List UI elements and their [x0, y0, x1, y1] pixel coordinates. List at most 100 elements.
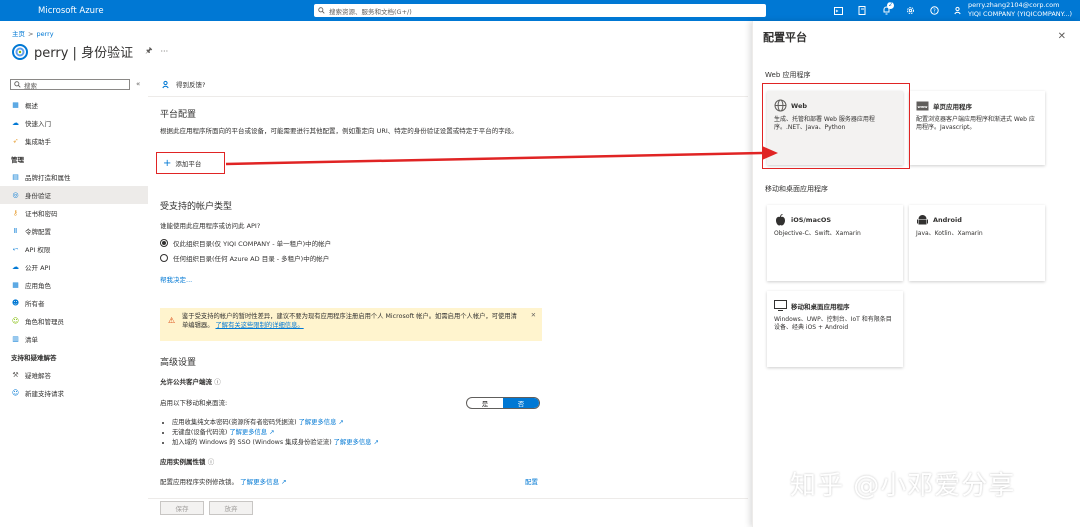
settings-gear-icon[interactable]: [898, 4, 922, 17]
bullet-text: 无键盘(设备代码流): [172, 429, 228, 436]
android-platform-card[interactable]: Android Java、Kotlin、Xamarin: [909, 205, 1045, 281]
pin-icon[interactable]: 🖈: [145, 45, 152, 59]
sidebar-item-quickstart[interactable]: ☁ 快速入门: [0, 114, 148, 132]
info-icon[interactable]: ⓘ: [208, 458, 215, 466]
instance-lock-desc: 配置应用程序实例修改锁。: [160, 478, 238, 486]
advanced-settings-title: 高级设置: [160, 358, 197, 368]
warning-learn-more-link[interactable]: 了解有关这些限制的详细信息。: [216, 322, 304, 329]
help-icon[interactable]: ?: [922, 4, 946, 17]
footer-divider: [148, 498, 748, 499]
sidebar-item-label: 集成助手: [25, 138, 51, 146]
breadcrumb-home[interactable]: 主页: [12, 30, 25, 38]
expose-api-icon: ☁: [12, 263, 19, 271]
directory-filter-icon[interactable]: [850, 4, 874, 17]
sidebar-item-overview[interactable]: ▦ 概述: [0, 96, 148, 114]
card-title: iOS/macOS: [791, 215, 832, 224]
ios-platform-card[interactable]: iOS/macOS Objective-C、Swift、Xamarin: [767, 205, 903, 281]
sidebar-item-label: 身份验证: [25, 192, 51, 200]
watermark-text: 知乎 @小邓爱分享: [790, 471, 1016, 501]
discard-button[interactable]: 放弃: [209, 501, 253, 515]
radio-single-tenant[interactable]: 仅此组织目录(仅 YIQI COMPANY - 单一租户)中的帐户: [160, 238, 331, 248]
platform-config-title: 平台配置: [160, 110, 197, 120]
radio-multi-tenant[interactable]: 任何组织目录(任何 Azure AD 目录 - 多租户)中的帐户: [160, 253, 329, 263]
search-placeholder: 搜索资源、服务和文档(G+/): [329, 7, 412, 16]
sidebar-item-token-config[interactable]: Ⅱ 令牌配置: [0, 222, 148, 240]
feedback-button[interactable]: 得到反馈?: [162, 79, 205, 89]
sidebar-item-new-support-request[interactable]: ☺ 新建支持请求: [0, 384, 148, 402]
page-title: perry | 身份验证: [34, 42, 133, 61]
notification-badge: 2: [887, 2, 894, 9]
toggle-yes[interactable]: 是: [467, 398, 503, 408]
sidebar-item-app-roles[interactable]: ▦ 应用角色: [0, 276, 148, 294]
cloud-shell-icon[interactable]: [826, 4, 850, 17]
learn-more-link[interactable]: 了解更多信息: [229, 429, 267, 436]
mobile-section-title: 移动和桌面应用程序: [765, 185, 828, 193]
more-options-icon[interactable]: ···: [161, 47, 169, 56]
card-title: 移动和桌面应用程序: [791, 302, 850, 311]
sidebar-item-label: 应用角色: [25, 282, 51, 290]
feedback-icon[interactable]: [946, 4, 970, 17]
sidebar-item-integration-assistant[interactable]: ➶ 集成助手: [0, 132, 148, 150]
sidebar-item-label: 证书和密码: [25, 210, 58, 218]
help-me-decide-link[interactable]: 帮我决定...: [160, 276, 192, 285]
close-icon[interactable]: ✕: [1058, 31, 1066, 42]
sidebar-item-manifest[interactable]: ▥ 清单: [0, 330, 148, 348]
sidebar-item-roles-admins[interactable]: ☺ 角色和管理员: [0, 312, 148, 330]
radio-button[interactable]: [160, 254, 168, 262]
brand-title[interactable]: Microsoft Azure: [38, 6, 298, 16]
sidebar-item-label: 新建支持请求: [25, 390, 64, 398]
add-platform-button[interactable]: + 添加平台: [156, 152, 225, 174]
platform-description: 根据此应用程序所面向的平台或设备，可能需要进行其他配置，例如重定向 URI、特定…: [160, 127, 518, 135]
breadcrumb: 主页 > perry: [12, 28, 54, 38]
browser-www-icon: www: [916, 99, 929, 112]
sidebar-search-input[interactable]: 搜索: [10, 79, 130, 90]
warning-icon: ⚠: [168, 316, 176, 325]
divider: [148, 96, 748, 97]
sidebar-item-label: API 权限: [25, 246, 51, 254]
collapse-sidebar-icon[interactable]: «: [136, 80, 140, 88]
account-question: 谁能使用此应用程序或访问此 API?: [160, 222, 261, 230]
info-icon[interactable]: ⓘ: [214, 378, 221, 386]
radio-button-selected[interactable]: [160, 239, 168, 247]
external-link-icon: ↗: [281, 478, 287, 486]
sidebar-item-branding[interactable]: ▤ 品牌打造和属性: [0, 168, 148, 186]
public-client-flows-title: 允许公共客户端流 ⓘ: [160, 378, 221, 387]
sidebar-item-troubleshooting[interactable]: ⚒ 疑难解答: [0, 366, 148, 384]
account-info[interactable]: perry.zhang2104@corp.com YIQI COMPANY (Y…: [968, 1, 1080, 19]
breadcrumb-current[interactable]: perry: [36, 30, 53, 38]
support-icon: ☺: [11, 389, 20, 397]
learn-more-link[interactable]: 了解更多信息: [240, 478, 279, 486]
title-separator: |: [72, 46, 77, 61]
wrench-icon: ⚒: [12, 371, 19, 379]
sidebar-item-label: 令牌配置: [25, 228, 51, 236]
sidebar-item-api-permissions[interactable]: ⬿ API 权限: [0, 240, 148, 258]
desktop-platform-card[interactable]: 移动和桌面应用程序 Windows、UWP、控制台、IoT 和有限条目设备、经典…: [767, 291, 903, 367]
learn-more-link[interactable]: 了解更多信息: [334, 439, 372, 446]
sidebar-item-label: 所有者: [25, 300, 45, 308]
save-button[interactable]: 保存: [160, 501, 204, 515]
spa-platform-card[interactable]: www 单页应用程序 配置浏览器客户端应用程序和渐进式 Web 应用程序。Java…: [909, 91, 1045, 165]
radio-label: 任何组织目录(任何 Azure AD 目录 - 多租户)中的帐户: [173, 255, 330, 263]
feedback-icon: [162, 80, 169, 88]
configure-link[interactable]: 配置: [525, 478, 538, 487]
learn-more-link[interactable]: 了解更多信息: [299, 419, 337, 426]
notifications-icon[interactable]: 2: [874, 2, 898, 17]
sidebar-item-label: 快速入门: [25, 120, 51, 128]
toggle-no[interactable]: 否: [503, 398, 539, 408]
blade-name: 身份验证: [81, 46, 134, 61]
card-description: Windows、UWP、控制台、IoT 和有限条目设备、经典 iOS + And…: [774, 316, 892, 331]
sidebar-item-certificates[interactable]: ⚷ 证书和密码: [0, 204, 148, 222]
android-icon: [916, 213, 929, 226]
sidebar-item-owners[interactable]: ☻ 所有者: [0, 294, 148, 312]
close-icon[interactable]: ✕: [531, 311, 536, 320]
svg-text:www: www: [918, 105, 929, 109]
sidebar-item-authentication[interactable]: ◎ 身份验证: [0, 186, 148, 204]
public-client-toggle[interactable]: 是 否: [466, 397, 540, 409]
sidebar-search-placeholder: 搜索: [24, 81, 37, 90]
global-search-input[interactable]: 搜索资源、服务和文档(G+/): [314, 4, 766, 17]
card-description: Java、Kotlin、Xamarin: [916, 230, 983, 237]
sidebar-item-label: 公开 API: [25, 264, 51, 272]
sidebar-item-expose-api[interactable]: ☁ 公开 API: [0, 258, 148, 276]
app-roles-icon: ▦: [12, 281, 19, 289]
monitor-icon: [774, 299, 787, 312]
